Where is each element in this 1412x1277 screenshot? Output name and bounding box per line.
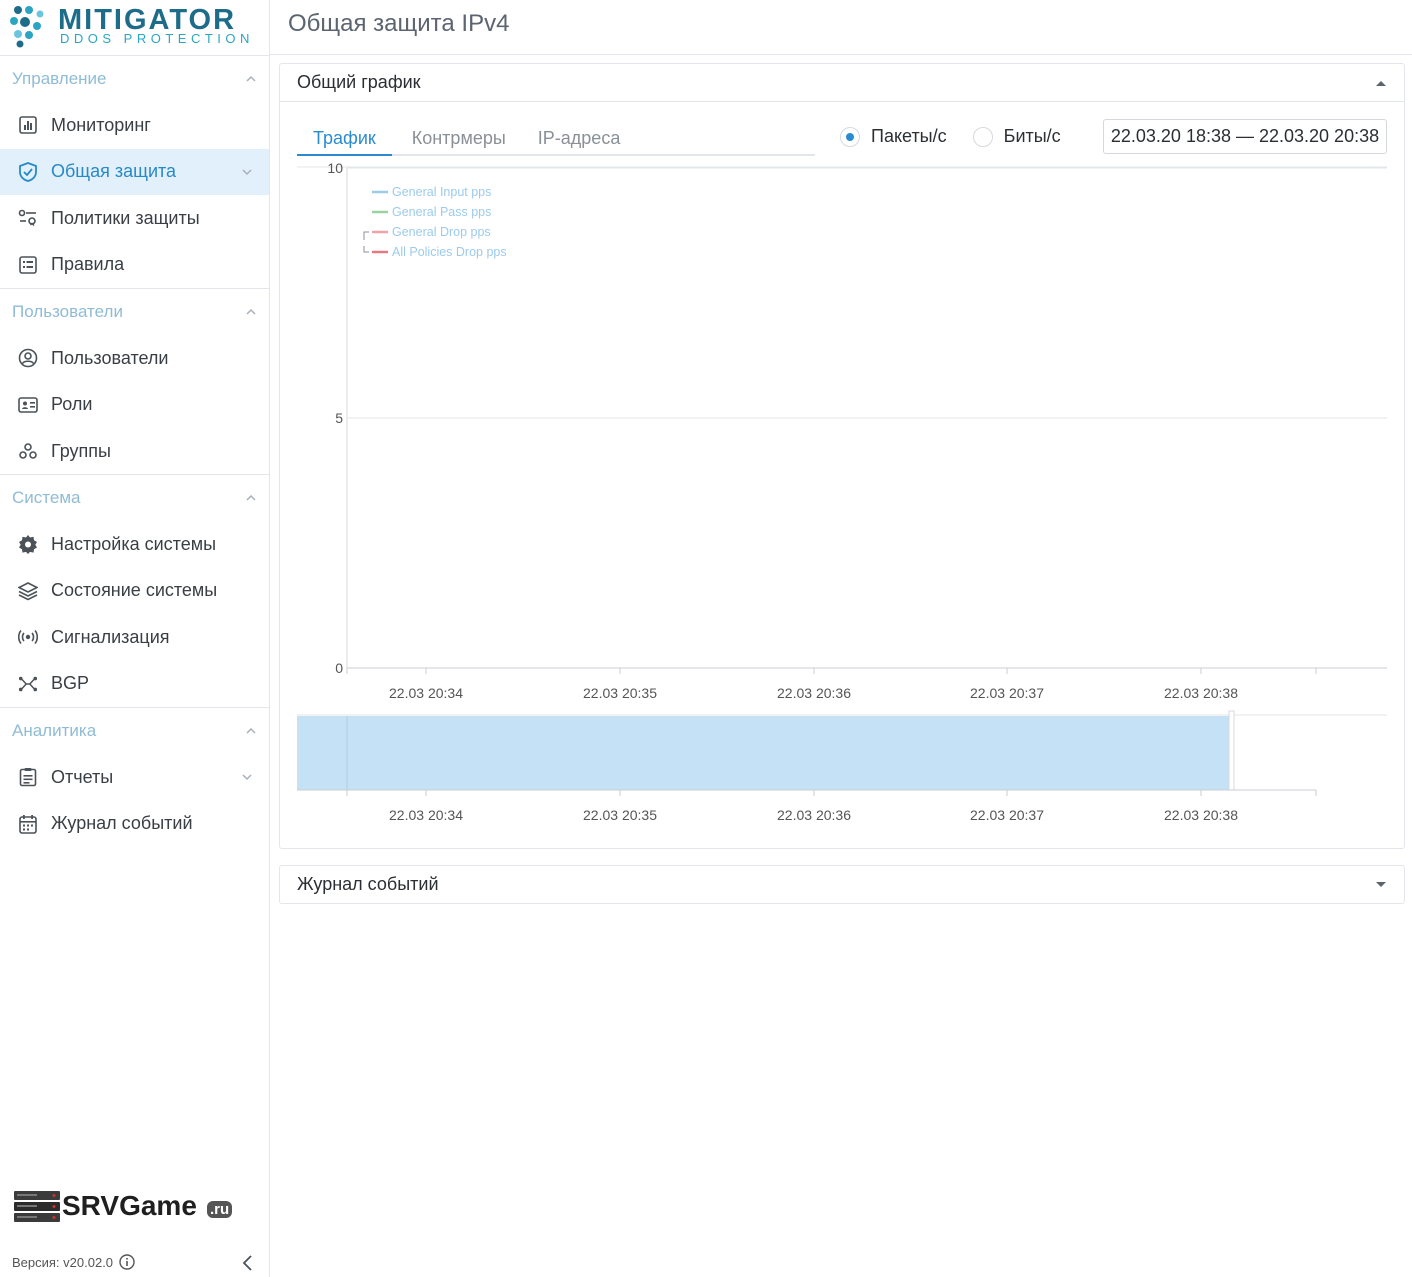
list-box-icon bbox=[18, 255, 38, 275]
sidebar-item-label: Отчеты bbox=[51, 766, 114, 787]
legend-group-bracket bbox=[363, 231, 369, 253]
sidebar-item-system-settings[interactable]: Настройка системы bbox=[0, 521, 269, 568]
logo-dots-icon bbox=[10, 6, 44, 48]
y-tick-label: 0 bbox=[335, 660, 343, 676]
sidebar-item-label: Общая защита bbox=[51, 161, 177, 182]
navigator-tick-label: 22.03 20:38 bbox=[1164, 807, 1238, 823]
chart-box-icon bbox=[18, 115, 38, 135]
sidebar-item-label: Журнал событий bbox=[51, 813, 193, 834]
topbar: Общая защита IPv4 bbox=[270, 0, 1412, 55]
sidebar-item-label: Настройка системы bbox=[51, 533, 217, 554]
sidebar: MITIGATOR DDOS PROTECTION Управление Мон… bbox=[0, 0, 270, 1277]
legend-label: General Input pps bbox=[392, 185, 491, 199]
page-title: Общая защита IPv4 bbox=[288, 10, 510, 37]
section-title: Пользователи bbox=[12, 302, 123, 321]
version-text: Версия: v20.02.0 bbox=[12, 1254, 114, 1270]
clipboard-icon bbox=[18, 767, 38, 787]
navigator-tick-label: 22.03 20:34 bbox=[389, 807, 463, 823]
bgp-icon bbox=[18, 674, 38, 694]
section-title: Система bbox=[12, 488, 81, 507]
sidebar-item-label: Состояние системы bbox=[51, 580, 218, 601]
sidebar-item-rules[interactable]: Правила bbox=[0, 242, 269, 289]
section-header-users[interactable]: Пользователи bbox=[0, 289, 269, 335]
legend-label: All Policies Drop pps bbox=[392, 245, 507, 259]
chevron-up-icon bbox=[246, 494, 256, 501]
nav-section-management: Управление Мониторинг Общая защита Полит… bbox=[0, 55, 269, 288]
section-title: Аналитика bbox=[12, 721, 97, 740]
x-tick-label: 22.03 20:35 bbox=[583, 685, 657, 701]
y-tick-label: 5 bbox=[335, 410, 343, 426]
policy-icon bbox=[18, 208, 38, 228]
x-tick-label: 22.03 20:36 bbox=[777, 685, 851, 701]
y-tick-label: 10 bbox=[327, 160, 343, 176]
sidebar-item-reports[interactable]: Отчеты bbox=[0, 754, 269, 801]
sidebar-item-protection-policies[interactable]: Политики защиты bbox=[0, 195, 269, 242]
chevron-down-icon bbox=[242, 774, 252, 781]
gear-icon bbox=[18, 534, 38, 555]
x-tick-label: 22.03 20:34 bbox=[389, 685, 463, 701]
chevron-up-icon bbox=[246, 308, 256, 315]
event-log-card: Журнал событий bbox=[279, 865, 1405, 904]
info-icon[interactable] bbox=[119, 1254, 135, 1270]
sidebar-item-label: Роли bbox=[51, 394, 93, 415]
traffic-chart[interactable]: 10 5 0 22.03 20:34 22.03 20:35 22.03 20:36 22.… bbox=[280, 64, 1404, 850]
sidebar-item-label: Пользователи bbox=[51, 347, 169, 368]
navigator-handle bbox=[1228, 710, 1235, 791]
sidebar-item-label: BGP bbox=[51, 673, 90, 694]
sidebar-item-roles[interactable]: Роли bbox=[0, 382, 269, 429]
sidebar-item-label: Сигнализация bbox=[51, 626, 170, 647]
partner-brand-suffix: .ru bbox=[207, 1201, 233, 1218]
calendar-icon bbox=[18, 814, 38, 834]
sidebar-item-label: Мониторинг bbox=[51, 114, 151, 135]
logo-subtitle: DDOS PROTECTION bbox=[60, 31, 254, 46]
user-circle-icon bbox=[18, 348, 38, 368]
sidebar-item-monitoring[interactable]: Мониторинг bbox=[0, 102, 269, 149]
expand-triangle-icon[interactable] bbox=[1375, 881, 1387, 889]
card-header[interactable]: Журнал событий bbox=[280, 866, 1404, 903]
sidebar-item-system-state[interactable]: Состояние системы bbox=[0, 568, 269, 615]
nav-section-system: Система Настройка системы Состояние сист… bbox=[0, 474, 269, 707]
sidebar-item-groups[interactable]: Группы bbox=[0, 428, 269, 475]
sidebar-item-label: Политики защиты bbox=[51, 207, 200, 228]
sidebar-item-bgp[interactable]: BGP bbox=[0, 661, 269, 708]
sidebar-item-event-log[interactable]: Журнал событий bbox=[0, 801, 269, 848]
layers-icon bbox=[18, 581, 38, 601]
general-chart-card: Общий график Трафик Контрмеры IP-адреса … bbox=[279, 63, 1405, 849]
id-card-icon bbox=[18, 395, 38, 415]
group-icon bbox=[18, 441, 38, 461]
broadcast-icon bbox=[18, 627, 38, 647]
navigator-tick-label: 22.03 20:36 bbox=[777, 807, 851, 823]
srvgame-logo: SRVGame .ru bbox=[14, 1188, 244, 1228]
partner-brand-name: SRVGame bbox=[62, 1190, 197, 1221]
shield-check-icon bbox=[18, 161, 38, 182]
section-header-analytics[interactable]: Аналитика bbox=[0, 708, 269, 754]
version-info: Версия: v20.02.0 bbox=[12, 1254, 135, 1270]
navigator-tick-label: 22.03 20:37 bbox=[970, 807, 1044, 823]
section-title: Управление bbox=[12, 69, 107, 88]
chevron-down-icon bbox=[242, 168, 252, 175]
section-header-system[interactable]: Система bbox=[0, 475, 269, 521]
legend-label: General Drop pps bbox=[392, 225, 491, 239]
card-title: Журнал событий bbox=[297, 874, 439, 894]
chevron-up-icon bbox=[246, 75, 256, 82]
sidebar-item-label: Группы bbox=[51, 440, 111, 461]
navigator-tick-label: 22.03 20:35 bbox=[583, 807, 657, 823]
mitigator-logo[interactable]: MITIGATOR DDOS PROTECTION bbox=[10, 4, 260, 48]
navigator-selection bbox=[297, 716, 1229, 790]
nav-section-analytics: Аналитика Отчеты Журнал событий bbox=[0, 707, 269, 847]
section-header-management[interactable]: Управление bbox=[0, 56, 269, 102]
x-tick-label: 22.03 20:37 bbox=[970, 685, 1044, 701]
legend-label: General Pass pps bbox=[392, 205, 491, 219]
collapse-sidebar-icon[interactable] bbox=[240, 1254, 256, 1272]
x-tick-label: 22.03 20:38 bbox=[1164, 685, 1238, 701]
sidebar-item-alerts[interactable]: Сигнализация bbox=[0, 614, 269, 661]
sidebar-item-general-protection[interactable]: Общая защита bbox=[0, 148, 269, 195]
sidebar-item-users[interactable]: Пользователи bbox=[0, 335, 269, 382]
chevron-up-icon bbox=[246, 727, 256, 734]
nav-section-users: Пользователи Пользователи Роли Группы bbox=[0, 288, 269, 475]
sidebar-item-label: Правила bbox=[51, 254, 125, 275]
